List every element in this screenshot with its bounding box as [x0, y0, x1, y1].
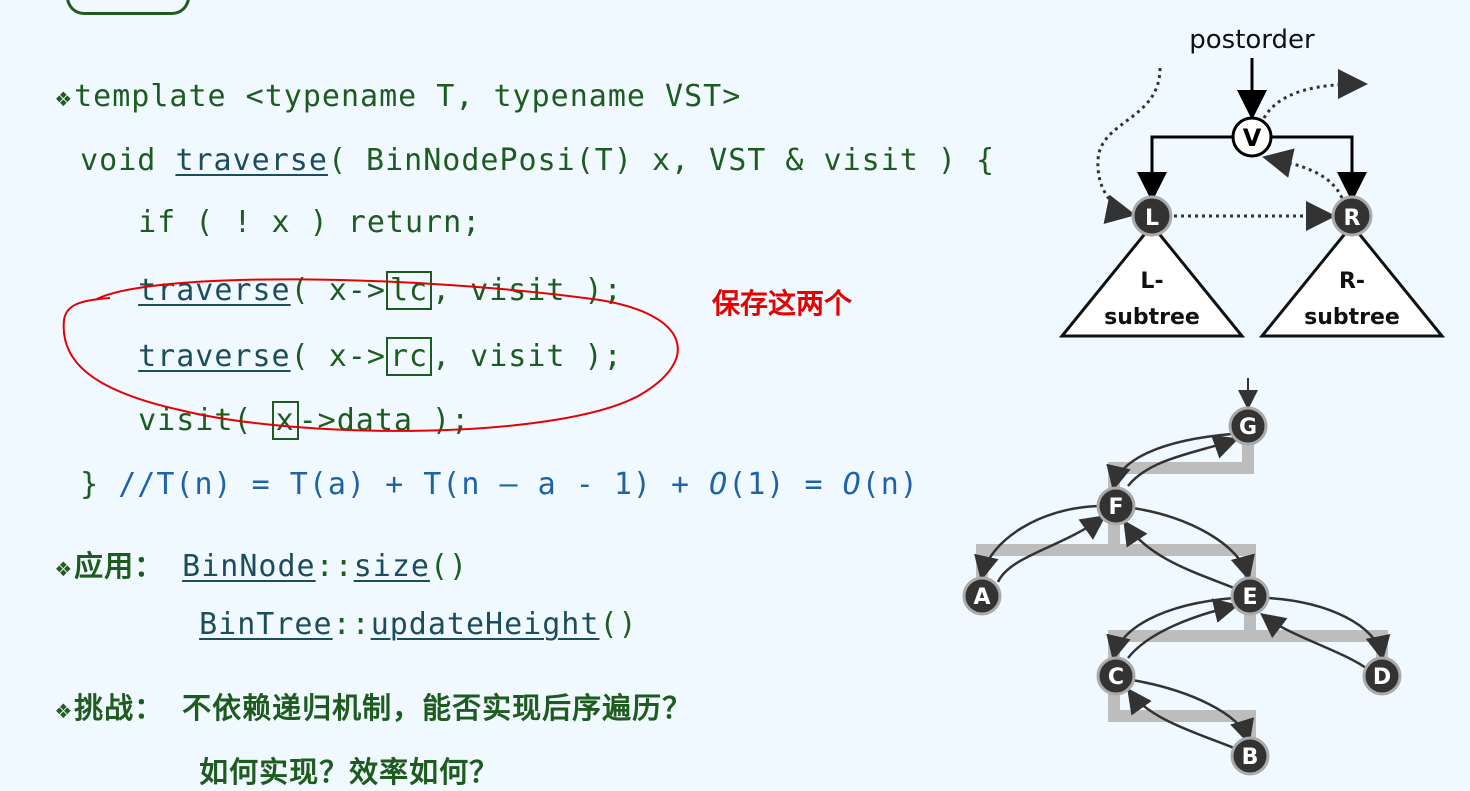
l-subtree-label-1: L-	[1140, 269, 1163, 294]
updateheight-fn: updateHeight	[370, 607, 600, 642]
l-subtree-label-2: subtree	[1104, 305, 1200, 330]
red-annotation-text: 保存这两个	[712, 287, 853, 320]
if-return-statement: if ( ! x ) return;	[138, 205, 482, 240]
v-node-label: V	[1243, 124, 1262, 152]
big-o-2: O	[842, 467, 862, 502]
node-label: G	[1239, 415, 1257, 440]
node-g: G	[1228, 406, 1268, 446]
code-line-if: if ( ! x ) return;	[100, 170, 481, 240]
r-subtree-label-1: R-	[1339, 269, 1365, 294]
postorder-example-tree: G F A E C D B	[962, 378, 1402, 776]
node-label: C	[1108, 665, 1124, 690]
diamond-bullet-icon: ❖	[55, 695, 73, 725]
closing-brace: }	[80, 467, 119, 502]
code-line-close: } //T(n) = T(a) + T(n – a - 1) + O(1) = …	[42, 432, 919, 502]
node-label: E	[1242, 585, 1257, 610]
traverse-call-lc: traverse	[138, 273, 291, 308]
complexity-comment: //T(n) = T(a) + T(n – a - 1) + O(1) = O(…	[118, 467, 919, 502]
code-line-signature: void traverse( BinNodePosi(T) x, VST & v…	[42, 108, 995, 178]
challenge-line-2: 如何实现？效率如何？	[161, 714, 499, 791]
l-node-label: L	[1145, 206, 1159, 231]
parens: ()	[599, 607, 638, 642]
r-node-label: R	[1344, 206, 1361, 231]
call-args-b: , visit );	[432, 273, 623, 308]
code-line-traverse-lc: traverse( x-> lc, visit );	[100, 238, 623, 310]
challenge-label: 挑战：	[74, 691, 165, 725]
node-a: A	[962, 576, 1002, 616]
postorder-title: postorder	[1189, 25, 1315, 55]
code-line-template: ❖template <typename T, typename VST>	[0, 44, 741, 114]
code-line-visit: visit( x ->data );	[100, 368, 470, 440]
v-node	[1231, 116, 1273, 158]
l-node	[1131, 195, 1173, 237]
node-b: B	[1230, 736, 1270, 776]
l-subtree-triangle	[1058, 222, 1246, 338]
node-e: E	[1230, 576, 1270, 616]
diamond-bullet-icon: ❖	[55, 553, 73, 583]
bintree-class: BinTree	[199, 607, 333, 642]
challenge-question-2: 如何实现？效率如何？	[199, 755, 500, 789]
node-label: F	[1108, 495, 1123, 520]
apply-label: 应用：	[74, 549, 165, 583]
apply-line-2: BinTree::updateHeight()	[161, 572, 638, 642]
r-subtree-triangle	[1258, 222, 1446, 338]
node-c: C	[1096, 656, 1136, 696]
comment-part-b: (1) =	[728, 467, 843, 502]
comment-part-a: //T(n) = T(a) + T(n – a - 1) +	[118, 467, 710, 502]
code-line-traverse-rc: traverse( x-> rc, visit );	[100, 304, 623, 376]
call-args-a: ( x->	[290, 273, 386, 308]
comment-part-c: (n)	[861, 467, 919, 502]
scope-sep: ::	[332, 607, 371, 642]
big-o-1: O	[709, 467, 729, 502]
node-label: A	[973, 585, 990, 610]
r-node	[1331, 195, 1373, 237]
r-subtree-label-2: subtree	[1304, 305, 1400, 330]
node-label: D	[1373, 665, 1391, 690]
node-label: B	[1242, 745, 1259, 770]
top-rounded-box	[66, 0, 190, 15]
postorder-diagram: postorder L- subtree R- subtree V L R	[1058, 25, 1446, 338]
node-f: F	[1096, 486, 1136, 526]
node-d: D	[1362, 656, 1402, 696]
